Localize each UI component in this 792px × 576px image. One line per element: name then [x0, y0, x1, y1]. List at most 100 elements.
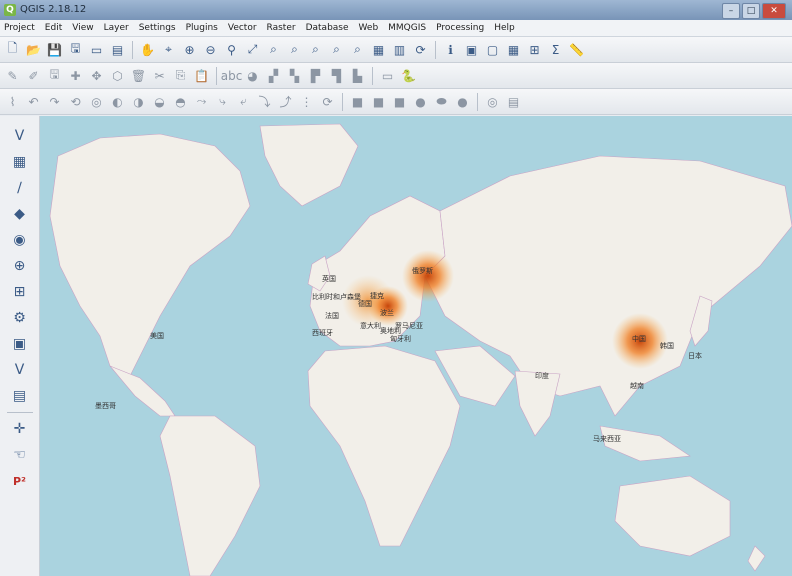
zoom-rubber-icon[interactable]: ⚲	[223, 41, 240, 58]
cut-features-icon[interactable]: ✂	[151, 67, 168, 84]
add-spatialite-icon[interactable]: ◆	[9, 204, 31, 224]
menu-web[interactable]: Web	[359, 20, 379, 36]
add-ring-icon[interactable]: ◎	[88, 93, 105, 110]
split-features-icon[interactable]: ⤶	[235, 93, 252, 110]
zoom-in-icon[interactable]: ⊕	[181, 41, 198, 58]
add-postgis-icon[interactable]: ◉	[9, 230, 31, 250]
add-wms-icon[interactable]: ⊕	[9, 256, 31, 276]
spiral-icon[interactable]: ◎	[484, 93, 501, 110]
zoom-selection-icon[interactable]: ⌕	[265, 41, 282, 58]
zoom-out-icon[interactable]: ⊖	[202, 41, 219, 58]
offset-curve-icon[interactable]: ⤷	[214, 93, 231, 110]
maximize-button[interactable]: □	[742, 3, 760, 19]
redo-icon[interactable]: ↷	[46, 93, 63, 110]
edit-pencil-icon[interactable]: ✎	[4, 67, 21, 84]
menu-view[interactable]: View	[72, 20, 93, 36]
zoom-next-icon[interactable]: ⌕	[349, 41, 366, 58]
new-print-composer-icon[interactable]: ▭	[88, 41, 105, 58]
merge-attributes-icon[interactable]: ⋮	[298, 93, 315, 110]
shape-square2-icon[interactable]: ■	[370, 93, 387, 110]
save-edits-icon[interactable]: 🖫	[46, 67, 63, 84]
digitize-icon[interactable]: ⌇	[4, 93, 21, 110]
python-console-icon[interactable]: 🐍	[400, 67, 417, 84]
copy-features-icon[interactable]: ⎘	[172, 67, 189, 84]
new-shapefile-icon[interactable]: V	[9, 360, 31, 380]
add-wfs-icon[interactable]: ⚙	[9, 308, 31, 328]
close-button[interactable]: ✕	[762, 3, 786, 19]
new-spatialite-layer-icon[interactable]: ▤	[9, 386, 31, 406]
change-label-icon[interactable]: ▙	[349, 67, 366, 84]
add-delimited-text-icon[interactable]: ∕	[9, 178, 31, 198]
grid-icon[interactable]: ▤	[505, 93, 522, 110]
map-canvas[interactable]: 英国 比利时和卢森堡 法国 西班牙 德国 捷克 意大利 波兰 奥地利 罗马尼亚 俄罗斯 匈牙利 美国 墨西…	[40, 116, 792, 576]
move-label-icon[interactable]: ▛	[307, 67, 324, 84]
pan-icon[interactable]: ✋	[139, 41, 156, 58]
measure-icon[interactable]: 📏	[568, 41, 585, 58]
coordinate-capture-icon[interactable]: ✛	[9, 419, 31, 439]
open-attribute-table-icon[interactable]: ▦	[505, 41, 522, 58]
menu-project[interactable]: Project	[4, 20, 35, 36]
pin-label-icon[interactable]: ▞	[265, 67, 282, 84]
delete-part-icon[interactable]: ◓	[172, 93, 189, 110]
label-tool-icon[interactable]: abc	[221, 67, 243, 84]
shape-circle2-icon[interactable]: ●	[454, 93, 471, 110]
add-wcs-icon[interactable]: ⊞	[9, 282, 31, 302]
diagram-icon[interactable]: ◕	[244, 67, 261, 84]
add-vector-layer-icon[interactable]: V	[9, 126, 31, 146]
merge-features-icon[interactable]: ⤴	[277, 93, 294, 110]
menu-vector[interactable]: Vector	[228, 20, 257, 36]
composer-manager-icon[interactable]: ▤	[109, 41, 126, 58]
zoom-last-icon[interactable]: ⌕	[328, 41, 345, 58]
zoom-layer-icon[interactable]: ⌕	[286, 41, 303, 58]
identify-icon[interactable]: ℹ	[442, 41, 459, 58]
georeferencer-icon[interactable]: ☜	[9, 445, 31, 465]
new-map-view-icon[interactable]: ▦	[370, 41, 387, 58]
bookmark-icon[interactable]: ▥	[391, 41, 408, 58]
menu-settings[interactable]: Settings	[139, 20, 176, 36]
split-parts-icon[interactable]: ⤵	[256, 93, 273, 110]
menu-layer[interactable]: Layer	[104, 20, 129, 36]
statistics-icon[interactable]: Σ	[547, 41, 564, 58]
menu-database[interactable]: Database	[306, 20, 349, 36]
reshape-icon[interactable]: ⤳	[193, 93, 210, 110]
undo-icon[interactable]: ↶	[25, 93, 42, 110]
menu-raster[interactable]: Raster	[267, 20, 296, 36]
show-hide-labels-icon[interactable]: ▚	[286, 67, 303, 84]
delete-ring-icon[interactable]: ◒	[151, 93, 168, 110]
zoom-full-icon[interactable]: ⤢	[244, 41, 261, 58]
refresh-icon[interactable]: ⟳	[412, 41, 429, 58]
delete-selected-icon[interactable]: 🗑	[130, 67, 147, 84]
simplify-icon[interactable]: ⟲	[67, 93, 84, 110]
shape-square-icon[interactable]: ■	[349, 93, 366, 110]
shape-circle-icon[interactable]: ●	[412, 93, 429, 110]
select-feature-icon[interactable]: ▣	[463, 41, 480, 58]
new-project-icon[interactable]: 🗋	[4, 41, 21, 58]
add-virtual-layer-icon[interactable]: ▣	[9, 334, 31, 354]
minimize-button[interactable]: –	[722, 3, 740, 19]
zoom-native-icon[interactable]: ⌕	[307, 41, 324, 58]
deselect-icon[interactable]: ▢	[484, 41, 501, 58]
add-part-icon[interactable]: ◐	[109, 93, 126, 110]
save-as-icon[interactable]: 🖫	[67, 41, 84, 58]
add-raster-layer-icon[interactable]: ▦	[9, 152, 31, 172]
open-project-icon[interactable]: 📂	[25, 41, 42, 58]
paste-features-icon[interactable]: 📋	[193, 67, 210, 84]
menu-help[interactable]: Help	[494, 20, 515, 36]
shape-square3-icon[interactable]: ■	[391, 93, 408, 110]
menu-edit[interactable]: Edit	[45, 20, 62, 36]
fill-ring-icon[interactable]: ◑	[130, 93, 147, 110]
menu-plugins[interactable]: Plugins	[186, 20, 218, 36]
move-feature-icon[interactable]: ✥	[88, 67, 105, 84]
scale-bar-icon[interactable]: ▭	[379, 67, 396, 84]
menu-mmqgis[interactable]: MMQGIS	[388, 20, 426, 36]
georef-points-icon[interactable]: P²	[9, 471, 31, 491]
shape-ellipse-icon[interactable]: ⬬	[433, 93, 450, 110]
rotate-symbols-icon[interactable]: ⟳	[319, 93, 336, 110]
node-tool-icon[interactable]: ⬡	[109, 67, 126, 84]
menu-processing[interactable]: Processing	[436, 20, 484, 36]
add-feature-icon[interactable]: ✚	[67, 67, 84, 84]
pan-to-selection-icon[interactable]: ⌖	[160, 41, 177, 58]
rotate-label-icon[interactable]: ▜	[328, 67, 345, 84]
toggle-editing-icon[interactable]: ✐	[25, 67, 42, 84]
save-project-icon[interactable]: 💾	[46, 41, 63, 58]
